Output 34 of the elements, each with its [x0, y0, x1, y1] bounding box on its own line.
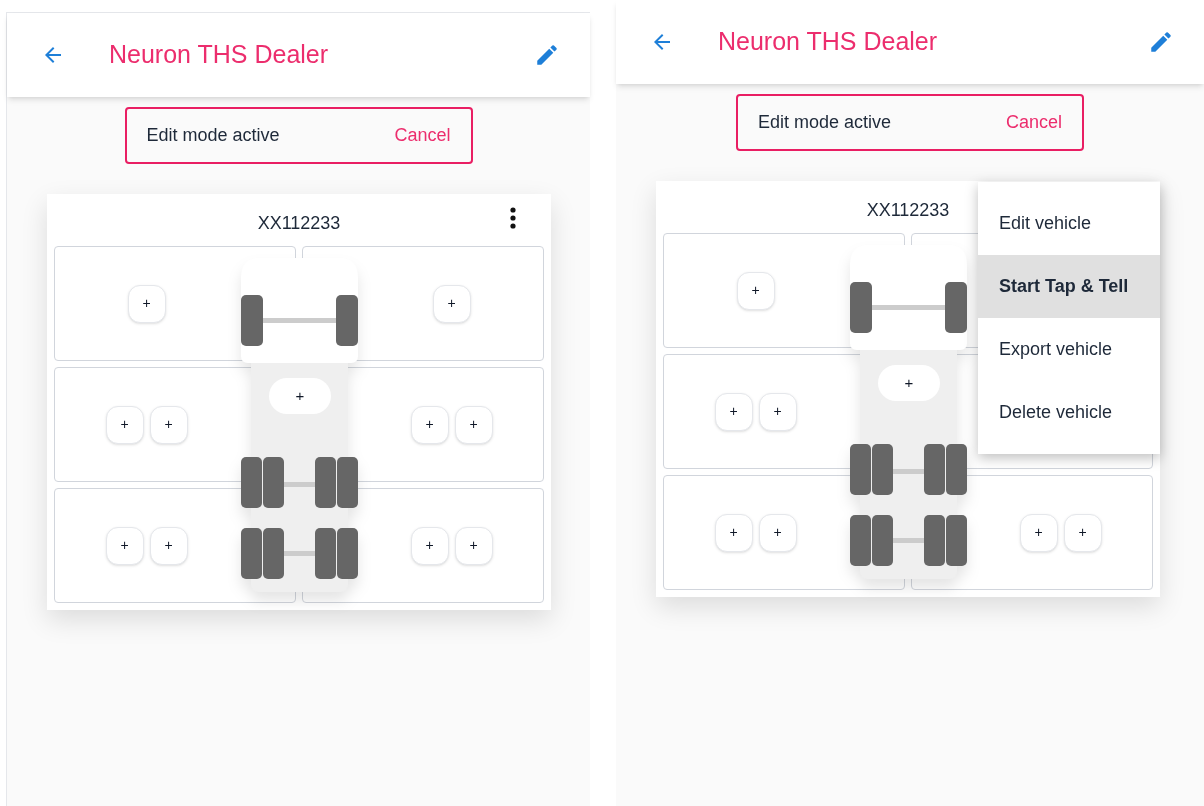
- menu-item[interactable]: Edit vehicle: [978, 192, 1160, 255]
- add-button[interactable]: +: [432, 284, 471, 323]
- app-title: Neuron THS Dealer: [109, 39, 330, 71]
- add-button[interactable]: +: [410, 405, 449, 444]
- add-button[interactable]: +: [105, 405, 144, 444]
- add-button[interactable]: +: [149, 526, 188, 565]
- add-button[interactable]: +: [714, 513, 753, 552]
- pencil-icon[interactable]: [534, 42, 560, 68]
- add-button[interactable]: +: [149, 405, 188, 444]
- banner-label: Edit mode active: [146, 124, 280, 147]
- banner-label: Edit mode active: [758, 111, 892, 134]
- cancel-button[interactable]: Cancel: [394, 122, 451, 149]
- add-button[interactable]: +: [758, 513, 797, 552]
- menu-item[interactable]: Start Tap & Tell: [978, 255, 1160, 318]
- add-button[interactable]: +: [410, 526, 449, 565]
- pencil-icon[interactable]: [1148, 29, 1174, 55]
- cancel-button[interactable]: Cancel: [1005, 109, 1062, 136]
- menu-item[interactable]: Export vehicle: [978, 318, 1160, 381]
- add-button[interactable]: +: [269, 378, 331, 414]
- add-button[interactable]: +: [127, 284, 166, 323]
- app-title: Neuron THS Dealer: [718, 26, 939, 58]
- add-button[interactable]: +: [454, 405, 493, 444]
- add-button[interactable]: +: [105, 526, 144, 565]
- add-button[interactable]: +: [1063, 513, 1102, 552]
- vehicle-plate: XX112233: [866, 199, 950, 222]
- add-button[interactable]: +: [714, 392, 753, 431]
- more-options-icon[interactable]: [510, 207, 516, 229]
- add-button[interactable]: +: [758, 392, 797, 431]
- add-button[interactable]: +: [1019, 513, 1058, 552]
- menu-item[interactable]: Delete vehicle: [978, 381, 1160, 444]
- add-button[interactable]: +: [454, 526, 493, 565]
- add-button[interactable]: +: [736, 271, 775, 310]
- add-button[interactable]: +: [878, 365, 940, 401]
- vehicle-plate: XX112233: [257, 212, 341, 235]
